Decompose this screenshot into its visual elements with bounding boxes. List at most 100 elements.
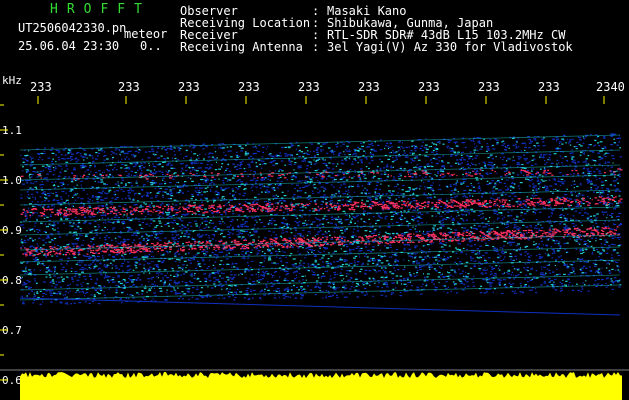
signal-pixel <box>310 143 313 145</box>
signal-pixel <box>149 262 151 265</box>
signal-pixel <box>212 233 215 236</box>
signal-pixel <box>519 202 523 204</box>
signal-pixel <box>135 279 138 281</box>
signal-pixel <box>588 171 590 173</box>
signal-pixel <box>127 173 130 175</box>
signal-pixel <box>586 196 589 198</box>
signal-pixel <box>455 292 458 294</box>
signal-pixel <box>325 297 327 299</box>
signal-pixel <box>442 258 446 260</box>
signal-pixel <box>154 281 156 283</box>
signal-pixel <box>286 213 290 215</box>
signal-pixel <box>575 224 577 226</box>
signal-pixel <box>446 292 449 294</box>
signal-pixel <box>472 139 474 141</box>
signal-pixel <box>416 286 419 288</box>
signal-pixel <box>430 243 433 245</box>
signal-pixel <box>540 284 543 286</box>
signal-pixel <box>618 224 621 226</box>
signal-pixel <box>464 279 467 282</box>
signal-pixel <box>423 146 425 148</box>
signal-pixel <box>558 273 561 275</box>
signal-pixel <box>513 278 515 280</box>
signal-pixel <box>30 157 34 159</box>
signal-pixel <box>313 150 315 152</box>
signal-pixel <box>61 269 64 271</box>
signal-pixel <box>95 188 98 190</box>
signal-pixel <box>407 198 410 200</box>
signal-pixel <box>81 156 85 158</box>
signal-pixel <box>550 246 552 248</box>
signal-pixel <box>82 222 86 224</box>
signal-pixel <box>356 216 358 218</box>
signal-pixel <box>471 279 474 281</box>
signal-pixel <box>320 283 322 285</box>
signal-pixel <box>96 277 98 279</box>
signal-pixel <box>451 204 453 206</box>
signal-pixel <box>219 283 222 285</box>
signal-pixel <box>32 196 34 198</box>
signal-pixel <box>619 236 622 238</box>
signal-pixel <box>27 288 31 290</box>
signal-pixel <box>502 191 505 193</box>
signal-pixel <box>68 195 70 197</box>
signal-pixel <box>51 246 54 248</box>
signal-pixel <box>481 196 483 198</box>
signal-pixel <box>349 279 351 281</box>
signal-pixel <box>484 252 488 254</box>
signal-pixel <box>463 159 466 161</box>
signal-pixel <box>385 281 388 284</box>
signal-pixel <box>607 225 609 227</box>
signal-pixel <box>393 263 395 265</box>
signal-pixel <box>603 136 606 138</box>
signal-pixel <box>286 179 288 181</box>
signal-pixel <box>507 179 509 181</box>
signal-pixel <box>609 214 613 216</box>
signal-pixel <box>520 150 523 152</box>
signal-pixel <box>525 226 529 228</box>
signal-pixel <box>51 147 54 149</box>
signal-pixel <box>88 256 91 258</box>
signal-pixel <box>55 255 59 257</box>
signal-pixel <box>415 176 418 178</box>
signal-pixel <box>320 277 323 279</box>
signal-pixel <box>149 225 151 227</box>
signal-pixel <box>102 257 104 259</box>
signal-pixel <box>92 215 96 218</box>
signal-pixel <box>121 158 123 160</box>
signal-pixel <box>544 253 547 255</box>
signal-pixel <box>383 266 386 268</box>
signal-pixel <box>606 214 609 216</box>
signal-pixel <box>356 289 360 291</box>
signal-pixel <box>313 249 316 252</box>
signal-pixel <box>79 208 81 210</box>
signal-pixel <box>523 142 526 144</box>
signal-pixel <box>190 157 192 159</box>
signal-pixel <box>309 200 313 202</box>
signal-pixel <box>182 168 184 171</box>
signal-pixel <box>219 241 221 244</box>
signal-pixel <box>603 192 605 194</box>
signal-pixel <box>329 150 332 152</box>
signal-pixel <box>103 294 106 296</box>
signal-pixel <box>422 283 424 285</box>
signal-pixel <box>294 187 296 190</box>
signal-pixel <box>39 303 42 305</box>
signal-pixel <box>442 219 444 222</box>
signal-pixel <box>22 284 24 286</box>
signal-pixel <box>269 170 271 172</box>
signal-pixel <box>353 260 356 262</box>
signal-pixel <box>120 146 123 148</box>
signal-pixel <box>432 182 434 184</box>
signal-pixel <box>120 241 123 243</box>
signal-pixel <box>222 158 225 160</box>
signal-pixel <box>100 150 104 152</box>
signal-pixel <box>260 167 263 169</box>
signal-pixel <box>519 253 522 255</box>
signal-pixel <box>253 200 256 202</box>
signal-pixel <box>313 163 317 165</box>
signal-pixel <box>449 274 452 276</box>
signal-pixel <box>437 260 441 262</box>
signal-pixel <box>92 200 94 202</box>
signal-pixel <box>93 298 96 300</box>
